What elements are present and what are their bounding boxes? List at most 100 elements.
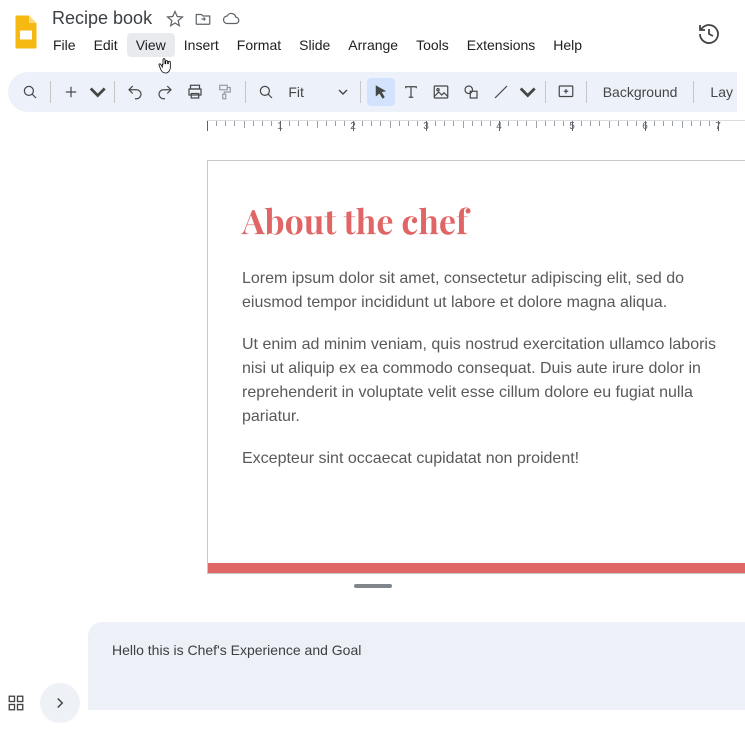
ruler-tick bbox=[691, 121, 692, 126]
insert-comment-button[interactable] bbox=[552, 78, 580, 106]
ruler-tick bbox=[526, 121, 527, 126]
undo-button[interactable] bbox=[121, 78, 149, 106]
ruler-tick bbox=[563, 121, 564, 126]
new-slide-dropdown[interactable] bbox=[87, 78, 108, 106]
ruler-tick bbox=[545, 121, 546, 126]
insert-image-button[interactable] bbox=[427, 78, 455, 106]
ruler-tick bbox=[590, 121, 591, 126]
zoom-label: Fit bbox=[288, 84, 304, 100]
ruler-tick bbox=[335, 121, 336, 126]
ruler-tick bbox=[234, 121, 235, 126]
ruler-tick bbox=[453, 121, 454, 126]
ruler-tick bbox=[371, 121, 372, 126]
ruler-tick bbox=[289, 121, 290, 126]
ruler-tick bbox=[444, 121, 445, 126]
layout-button[interactable]: Lay bbox=[700, 84, 733, 100]
ruler-tick bbox=[463, 121, 464, 128]
ruler-number: 2 bbox=[350, 121, 356, 132]
bottom-controls bbox=[0, 683, 80, 723]
search-menus-button[interactable] bbox=[16, 78, 44, 106]
ruler-tick bbox=[207, 121, 208, 131]
speaker-notes-text[interactable]: Hello this is Chef's Experience and Goal bbox=[112, 642, 361, 658]
separator bbox=[114, 81, 115, 103]
notes-resize-handle[interactable] bbox=[354, 584, 392, 588]
ruler-tick bbox=[672, 121, 673, 126]
ruler-tick bbox=[244, 121, 245, 128]
titlebar: Recipe book File Edit View Insert Format… bbox=[0, 0, 745, 64]
ruler-tick bbox=[271, 121, 272, 126]
ruler-tick bbox=[663, 121, 664, 126]
menu-format[interactable]: Format bbox=[228, 33, 290, 57]
ruler-tick bbox=[298, 121, 299, 126]
textbox-button[interactable] bbox=[397, 78, 425, 106]
paint-format-button[interactable] bbox=[211, 78, 239, 106]
insert-shape-button[interactable] bbox=[457, 78, 485, 106]
ruler-tick bbox=[326, 121, 327, 126]
menu-insert[interactable]: Insert bbox=[175, 33, 228, 57]
ruler-tick bbox=[654, 121, 655, 126]
move-icon[interactable] bbox=[194, 10, 212, 28]
menu-extensions[interactable]: Extensions bbox=[458, 33, 544, 57]
ruler-tick bbox=[700, 121, 701, 126]
star-icon[interactable] bbox=[166, 10, 184, 28]
cloud-status-icon[interactable] bbox=[222, 10, 240, 28]
ruler-tick bbox=[581, 121, 582, 126]
menu-view[interactable]: View bbox=[127, 33, 175, 57]
ruler-tick bbox=[472, 121, 473, 126]
background-button[interactable]: Background bbox=[593, 84, 688, 100]
ruler-tick bbox=[609, 121, 610, 128]
slide-paragraph: Ut enim ad minim veniam, quis nostrud ex… bbox=[242, 333, 728, 429]
slide-accent-bar bbox=[208, 563, 745, 573]
slide-title[interactable]: About the chef bbox=[208, 161, 745, 243]
ruler-tick bbox=[262, 121, 263, 126]
ruler-tick bbox=[627, 121, 628, 126]
slide[interactable]: About the chef Lorem ipsum dolor sit ame… bbox=[207, 160, 745, 574]
zoom-select[interactable]: Fit bbox=[282, 84, 354, 100]
filmstrip-toggle-button[interactable] bbox=[40, 683, 80, 723]
doc-title[interactable]: Recipe book bbox=[48, 8, 156, 29]
slide-body[interactable]: Lorem ipsum dolor sit amet, consectetur … bbox=[208, 243, 728, 471]
ruler-tick bbox=[618, 121, 619, 126]
canvas-area[interactable]: About the chef Lorem ipsum dolor sit ame… bbox=[0, 148, 745, 598]
ruler-tick bbox=[390, 121, 391, 128]
insert-line-dropdown[interactable] bbox=[517, 78, 538, 106]
separator bbox=[586, 81, 587, 103]
menu-tools[interactable]: Tools bbox=[407, 33, 458, 57]
speaker-notes-panel[interactable]: Hello this is Chef's Experience and Goal bbox=[88, 622, 745, 710]
ruler-tick bbox=[253, 121, 254, 126]
new-slide-button[interactable] bbox=[57, 78, 85, 106]
menu-arrange[interactable]: Arrange bbox=[339, 33, 407, 57]
zoom-tool-button[interactable] bbox=[252, 78, 280, 106]
version-history-button[interactable] bbox=[695, 20, 723, 48]
ruler-tick bbox=[490, 121, 491, 126]
ruler-number: 3 bbox=[423, 121, 429, 132]
ruler-tick bbox=[636, 121, 637, 126]
ruler-tick bbox=[399, 121, 400, 126]
app-logo[interactable] bbox=[8, 8, 44, 56]
menu-edit[interactable]: Edit bbox=[85, 33, 127, 57]
redo-button[interactable] bbox=[151, 78, 179, 106]
ruler-tick bbox=[709, 121, 710, 126]
slide-paragraph: Lorem ipsum dolor sit amet, consectetur … bbox=[242, 267, 728, 315]
grid-view-button[interactable] bbox=[2, 683, 30, 723]
insert-line-button[interactable] bbox=[487, 78, 515, 106]
ruler-tick bbox=[317, 121, 318, 128]
menubar: File Edit View Insert Format Slide Arran… bbox=[44, 33, 737, 57]
print-button[interactable] bbox=[181, 78, 209, 106]
ruler-tick bbox=[225, 121, 226, 126]
ruler-tick bbox=[435, 121, 436, 126]
menu-help[interactable]: Help bbox=[544, 33, 591, 57]
ruler-number: 5 bbox=[569, 121, 575, 132]
ruler-tick bbox=[554, 121, 555, 126]
ruler-number: 7 bbox=[715, 121, 721, 132]
separator bbox=[245, 81, 246, 103]
separator bbox=[360, 81, 361, 103]
select-tool-button[interactable] bbox=[367, 78, 395, 106]
ruler-tick bbox=[536, 121, 537, 128]
ruler-tick bbox=[307, 121, 308, 126]
menu-file[interactable]: File bbox=[44, 33, 85, 57]
menu-slide[interactable]: Slide bbox=[290, 33, 339, 57]
ruler-tick bbox=[481, 121, 482, 126]
ruler-number: 4 bbox=[496, 121, 502, 132]
separator bbox=[545, 81, 546, 103]
